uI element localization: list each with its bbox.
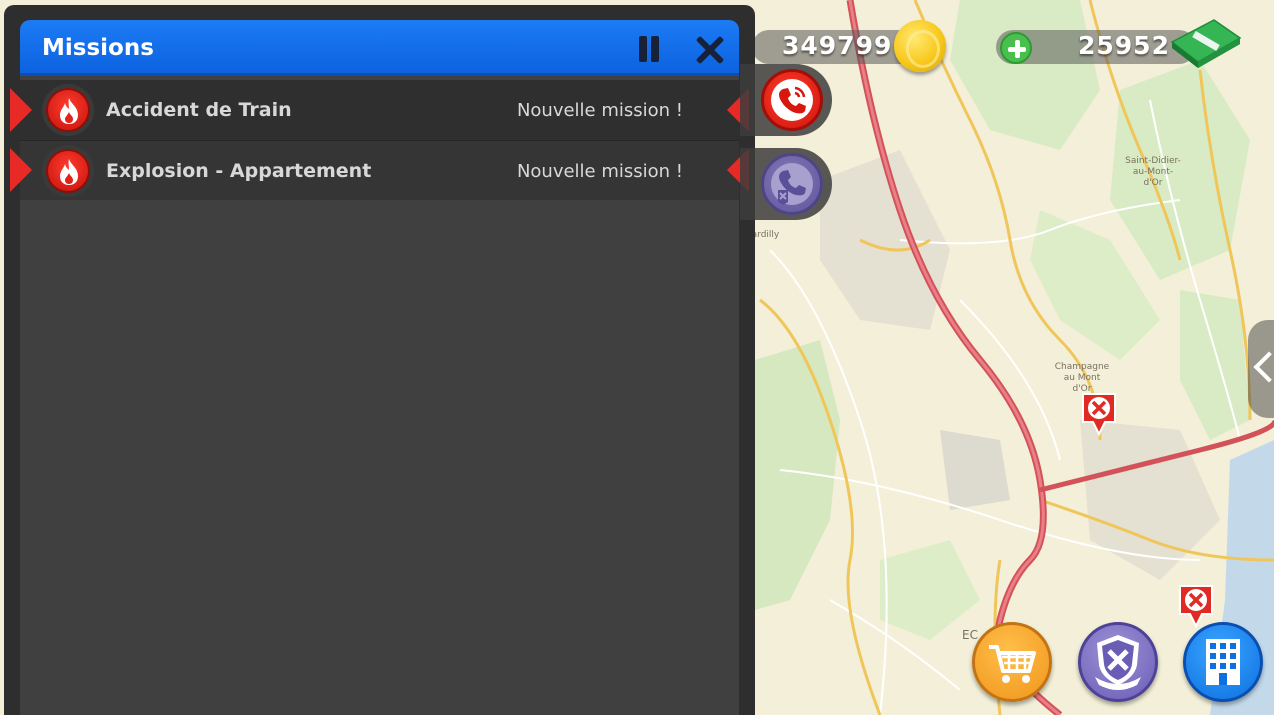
coin-icon [894, 20, 946, 72]
guild-button[interactable] [1078, 622, 1158, 702]
phone-icon [771, 79, 813, 121]
shop-button[interactable] [972, 622, 1052, 702]
guild-phone-icon [771, 163, 813, 205]
missions-title: Missions [42, 35, 154, 61]
shopping-cart-icon [989, 645, 1036, 683]
guild-shield-icon [1095, 635, 1141, 690]
close-icon[interactable] [692, 33, 726, 67]
mission-row[interactable]: Explosion - Appartement Nouvelle mission… [20, 140, 739, 200]
coins-amount: 349799 [782, 31, 893, 60]
mission-name: Accident de Train [106, 99, 292, 121]
mission-row[interactable]: Accident de Train Nouvelle mission ! [20, 80, 739, 140]
guild-call-button[interactable] [761, 153, 823, 215]
building-icon [1206, 639, 1240, 685]
mission-status: Nouvelle mission ! [516, 100, 683, 121]
mission-status: Nouvelle mission ! [516, 161, 683, 182]
buildings-button[interactable] [1183, 622, 1263, 702]
emergency-call-button[interactable] [761, 69, 823, 131]
pause-icon[interactable] [636, 34, 662, 64]
fire-icon [42, 145, 94, 197]
mission-map-marker[interactable] [1079, 390, 1119, 438]
add-cash-plus-icon[interactable] [1000, 32, 1032, 64]
mission-indicator-left [10, 148, 32, 192]
map-label-saint-didier: Saint-Didier- au-Mont- d'Or [1125, 156, 1181, 188]
cash-stack-icon [1170, 19, 1242, 68]
side-panel-toggle[interactable] [1248, 320, 1274, 418]
missions-header: Missions [20, 20, 739, 76]
mission-indicator-left [10, 88, 32, 132]
mission-map-marker[interactable] [1176, 582, 1216, 630]
cash-amount: 25952 [1078, 31, 1170, 60]
mission-name: Explosion - Appartement [106, 160, 372, 182]
fire-icon [42, 84, 94, 136]
